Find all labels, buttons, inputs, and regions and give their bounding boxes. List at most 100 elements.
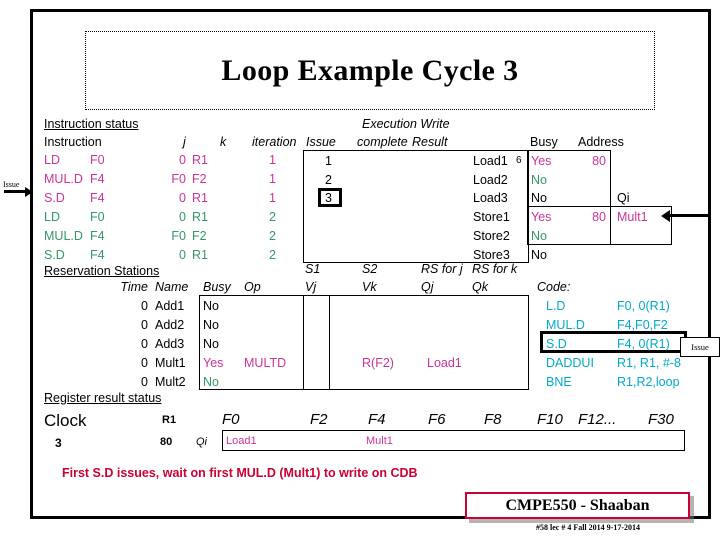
ls-name-1: Load2: [473, 173, 508, 187]
issue-arrow-head-left: [25, 186, 33, 197]
ls-busy-0: Yes: [531, 154, 552, 168]
instr-j-0: 0: [179, 153, 186, 167]
rs-name-3: Mult1: [155, 356, 186, 370]
instr-op-3: LD: [44, 210, 60, 224]
code-op-4: BNE: [546, 375, 572, 389]
footer-subtext: #58 lec # 4 Fall 2014 9-17-2014: [536, 523, 640, 532]
issue-value-2: 3: [325, 191, 332, 205]
rs-header-s2: S2: [362, 262, 378, 276]
instr-iter-3: 2: [269, 210, 276, 224]
reg-header-f2: F2: [310, 411, 328, 428]
ls-name-3: Store1: [473, 210, 510, 224]
exec-header-result: Result: [412, 135, 448, 149]
ls-busy-5: No: [531, 248, 547, 262]
instr-k-4: F2: [192, 229, 207, 243]
code-args-0: F0, 0(R1): [617, 299, 670, 313]
ls-name-2: Load3: [473, 191, 508, 205]
instr-op-5: S.D: [44, 248, 65, 262]
ls-header-busy: Busy: [530, 135, 558, 149]
instr-j-5: 0: [179, 248, 186, 262]
rs-time-1: 0: [141, 318, 148, 332]
rs-name-2: Add3: [155, 337, 185, 351]
code-args-3: R1, R1, #-8: [617, 356, 681, 370]
instr-k-2: R1: [192, 191, 208, 205]
rs-values-box: [303, 295, 529, 390]
instr-k-5: R1: [192, 248, 208, 262]
instr-dest-2: F4: [90, 191, 105, 205]
instr-j-3: 0: [179, 210, 186, 224]
ls-header-address: Address: [578, 135, 624, 149]
code-args-2: F4, 0(R1): [617, 337, 670, 351]
reg-value-f0: Load1: [226, 435, 257, 447]
clock-label: Clock: [44, 411, 87, 430]
reservation-stations-heading: Reservation Stations: [44, 264, 160, 278]
rs-time-4: 0: [141, 375, 148, 389]
code-op-2: S.D: [546, 337, 567, 351]
rs-header-op: Op: [244, 280, 261, 294]
instr-k-1: F2: [192, 172, 207, 186]
rs-header-time: Time: [120, 280, 148, 294]
rs-name-4: Mult2: [155, 375, 186, 389]
reg-value-f4: Mult1: [366, 435, 393, 447]
slide-caption: First S.D issues, wait on first MUL.D (M…: [62, 466, 418, 480]
ls-name-5: Store3: [473, 248, 510, 262]
issue-value-1: 2: [325, 173, 332, 187]
rs-vk-3: R(F2): [362, 356, 394, 370]
footer-brand: CMPE550 - Shaaban: [505, 496, 650, 514]
col-header-iteration: iteration: [252, 135, 297, 149]
instr-j-1: F0: [171, 172, 186, 186]
ls-busy-2: No: [531, 191, 547, 205]
register-status-box: [222, 430, 685, 451]
rs-name-0: Add1: [155, 299, 185, 313]
reg-header-f8: F8: [484, 411, 502, 428]
rs-header-vk: Vk: [362, 280, 377, 294]
instr-dest-4: F4: [90, 229, 105, 243]
slide-canvas: Loop Example Cycle 3 Issue Instruction s…: [0, 0, 720, 540]
instr-iter-0: 1: [269, 153, 276, 167]
issue-arrow-label-left: Issue: [3, 180, 20, 189]
issue-arrow-shaft-left: [4, 190, 26, 193]
ls-name-0: Load1: [473, 154, 508, 168]
ls-cycle-0: 6: [516, 155, 522, 166]
reg-header-f6: F6: [428, 411, 446, 428]
issue-value-0: 1: [325, 154, 332, 168]
instr-dest-0: F0: [90, 153, 105, 167]
ls-busy-4: No: [531, 229, 547, 243]
code-args-1: F4,F0,F2: [617, 318, 668, 332]
instr-dest-1: F4: [90, 172, 105, 186]
rs-busy-0: No: [203, 299, 219, 313]
rs-time-0: 0: [141, 299, 148, 313]
exec-header-complete: complete: [357, 135, 408, 149]
rs-time-2: 0: [141, 337, 148, 351]
rs-header-qj: Qj: [421, 280, 434, 294]
reg-header-f10: F10: [537, 411, 563, 428]
issue-callout-code: Issue: [680, 337, 720, 357]
ls-address-3: 80: [592, 210, 606, 224]
reg-header-f12: F12...: [578, 411, 617, 428]
rs-header-name: Name: [155, 280, 189, 294]
register-qi-label: Qi: [196, 436, 207, 448]
clock-value: 3: [55, 436, 62, 450]
code-op-3: DADDUI: [546, 356, 594, 370]
instruction-status-heading: Instruction status: [44, 117, 139, 131]
exec-header-top: Execution Write: [362, 117, 450, 131]
register-result-status-heading: Register result status: [44, 391, 162, 405]
instr-j-4: F0: [171, 229, 186, 243]
col-header-j: j: [183, 135, 186, 149]
instr-op-1: MUL.D: [44, 172, 83, 186]
instr-op-2: S.D: [44, 191, 65, 205]
store-arrow-shaft-right: [670, 214, 708, 217]
ls-address-0: 80: [592, 154, 606, 168]
rs-busy-3: Yes: [203, 356, 224, 370]
reg-header-f4: F4: [368, 411, 386, 428]
ls-header-qi: Qi: [617, 191, 630, 205]
instr-k-3: R1: [192, 210, 208, 224]
reg-header-f30: F30: [648, 411, 674, 428]
instr-op-4: MUL.D: [44, 229, 83, 243]
rs-header-rsforj: RS for j: [421, 262, 463, 276]
rs-busy-1: No: [203, 318, 219, 332]
code-args-4: R1,R2,loop: [617, 375, 680, 389]
instr-k-0: R1: [192, 153, 208, 167]
code-label: Code:: [537, 280, 571, 294]
reg-header-f0: F0: [222, 411, 240, 428]
